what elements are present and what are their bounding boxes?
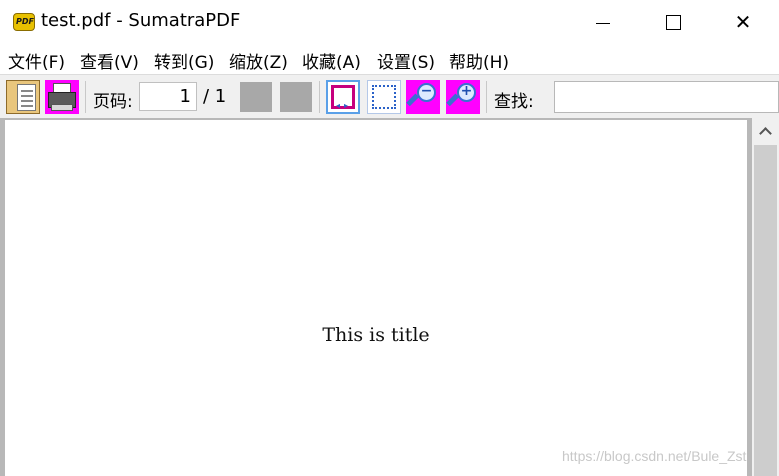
prev-page-button[interactable] bbox=[240, 82, 272, 112]
watermark: https://blog.csdn.net/Bule_Zst bbox=[562, 448, 747, 464]
document-view[interactable]: This is title bbox=[0, 118, 752, 476]
next-page-button[interactable] bbox=[280, 82, 312, 112]
menu-help[interactable]: 帮助(H) bbox=[449, 48, 509, 73]
menu-goto[interactable]: 转到(G) bbox=[154, 48, 214, 73]
zoom-in-button[interactable]: + bbox=[446, 80, 480, 114]
close-button[interactable]: ✕ bbox=[708, 0, 778, 44]
document-title: This is title bbox=[322, 324, 430, 346]
sumatra-app-icon: PDF bbox=[13, 13, 35, 31]
scroll-thumb[interactable] bbox=[754, 145, 777, 476]
menu-zoom[interactable]: 缩放(Z) bbox=[229, 48, 288, 73]
menu-bar: 文件(F) 查看(V) 转到(G) 缩放(Z) 收藏(A) 设置(S) 帮助(H… bbox=[0, 44, 779, 74]
toolbar: 页码: 1 / 1 ◂▸ − + 查找: bbox=[0, 74, 779, 118]
scroll-up-button[interactable] bbox=[752, 118, 779, 144]
toolbar-separator bbox=[486, 81, 487, 113]
page-label: 页码: bbox=[93, 92, 133, 112]
minimize-icon bbox=[596, 22, 610, 24]
title-bar: PDF test.pdf - SumatraPDF ✕ bbox=[0, 0, 779, 44]
chevron-up-icon bbox=[759, 127, 772, 140]
find-label: 查找: bbox=[494, 92, 534, 112]
pdf-page: This is title bbox=[5, 120, 747, 476]
menu-view[interactable]: 查看(V) bbox=[80, 48, 139, 73]
open-icon bbox=[17, 84, 36, 111]
close-icon: ✕ bbox=[734, 10, 752, 34]
menu-settings[interactable]: 设置(S) bbox=[377, 48, 435, 73]
window-title: test.pdf - SumatraPDF bbox=[41, 10, 241, 31]
open-button[interactable] bbox=[6, 80, 40, 114]
menu-file[interactable]: 文件(F) bbox=[8, 48, 65, 73]
menu-favorites[interactable]: 收藏(A) bbox=[302, 48, 361, 73]
find-input[interactable] bbox=[554, 81, 779, 113]
maximize-button[interactable] bbox=[638, 0, 708, 44]
fit-page-button[interactable] bbox=[367, 80, 401, 114]
fit-width-button[interactable]: ◂▸ bbox=[326, 80, 360, 114]
toolbar-separator bbox=[85, 81, 86, 113]
print-button[interactable] bbox=[45, 80, 79, 114]
minimize-button[interactable] bbox=[568, 0, 638, 44]
fit-page-icon bbox=[372, 85, 396, 109]
page-number-input[interactable]: 1 bbox=[139, 82, 197, 111]
vertical-scrollbar[interactable] bbox=[752, 118, 779, 476]
page-total: / 1 bbox=[203, 86, 227, 107]
zoom-out-button[interactable]: − bbox=[406, 80, 440, 114]
toolbar-separator bbox=[319, 81, 320, 113]
maximize-icon bbox=[665, 14, 681, 30]
app-icon-text: PDF bbox=[16, 17, 34, 26]
